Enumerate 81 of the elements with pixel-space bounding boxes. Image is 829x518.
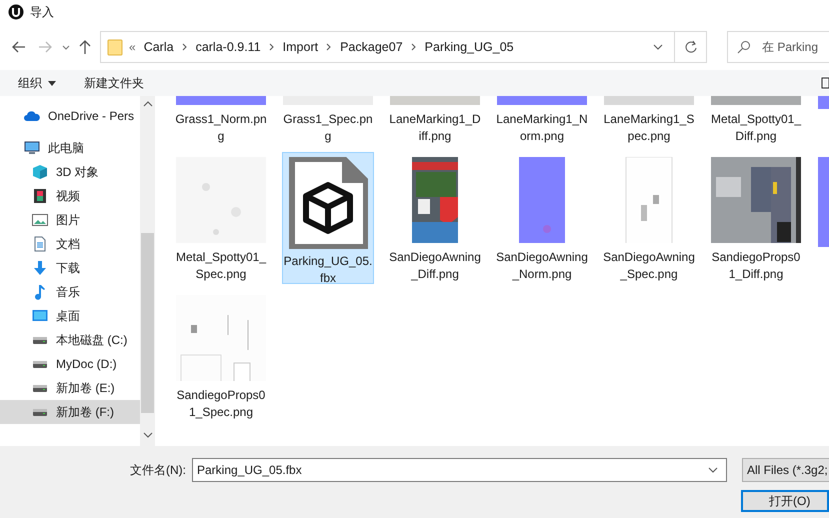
breadcrumb[interactable]: Package07 (332, 38, 411, 56)
filename-field[interactable]: Parking_UG_05.fbx (192, 458, 727, 482)
cube-icon (32, 164, 48, 180)
chevron-icon (326, 43, 332, 51)
file-tile[interactable]: Parking_UG_05.fbx (282, 152, 374, 284)
file-tile[interactable]: Grass1_Norm.png (175, 96, 267, 146)
file-name: SandiegoProps01_Spec.png (176, 387, 266, 421)
sidebar-item[interactable]: 此电脑 (0, 136, 140, 160)
file-tile[interactable]: SandiegoProps01_Spec.png (175, 290, 267, 422)
file-tile[interactable]: LaneMarking1_Diff.png (389, 96, 481, 146)
desktop-icon (32, 309, 48, 323)
file-name: SanDiegoAwning_Spec.png (603, 249, 695, 283)
scroll-down-icon[interactable] (142, 431, 152, 439)
file-name: SanDiegoAwning_Diff.png (389, 249, 481, 283)
search-field[interactable]: 在 Parking (727, 31, 829, 63)
picture-icon (32, 214, 48, 226)
sidebar-item[interactable]: 视频 (0, 184, 140, 208)
file-tile[interactable]: SandiegoProps01_Diff.png (710, 152, 802, 284)
organize-menu[interactable]: 组织 (18, 74, 56, 92)
file-name: SanDiegoAwning_Norm.png (496, 249, 588, 283)
file-name: Grass1_Spec.png (282, 111, 374, 145)
window-title: 导入 (30, 4, 54, 21)
new-folder-button[interactable]: 新建文件夹 (84, 74, 144, 92)
drive-icon (32, 407, 48, 417)
file-name: Parking_UG_05.fbx (282, 253, 374, 287)
file-name: SandiegoProps01_Diff.png (710, 249, 802, 283)
file-tile[interactable]: Metal_Spotty01_Diff.png (710, 96, 802, 146)
refresh-icon[interactable] (684, 40, 698, 54)
scroll-up-icon[interactable] (142, 100, 152, 108)
file-name: LaneMarking1_Diff.png (389, 111, 481, 145)
folder-icon (107, 38, 123, 56)
app-logo-icon (8, 4, 24, 20)
breadcrumb[interactable]: Parking_UG_05 (416, 38, 522, 56)
file-tile[interactable]: SanDiegoAwning_Norm.png (496, 152, 588, 284)
file-tile[interactable]: SanDiegoAwning_Spec.png (603, 152, 695, 284)
sidebar-item[interactable]: 3D 对象 (0, 160, 140, 184)
download-icon (32, 260, 48, 276)
address-bar[interactable]: « Carla carla-0.9.11 Import Package07 Parking_UG_05 (100, 31, 707, 63)
filename-label: 文件名(N): (130, 462, 187, 479)
sidebar-item[interactable]: 新加卷 (F:) (0, 400, 140, 424)
file-tile[interactable]: Grass1_Spec.png (282, 96, 374, 146)
file-name: Metal_Spotty01_Spec.png (175, 249, 267, 283)
file-tile[interactable]: SanDiegoAwning_Diff.png (389, 152, 481, 284)
breadcrumb[interactable]: carla-0.9.11 (188, 38, 269, 56)
document-icon (32, 236, 48, 252)
overflow-chevron[interactable]: « (129, 38, 136, 56)
film-icon (32, 188, 48, 204)
cloud-icon (24, 110, 40, 122)
drive-icon (32, 383, 48, 393)
file-name: Metal_Spotty01_Diff.png (710, 111, 802, 145)
drive-icon (32, 359, 48, 369)
file-tile[interactable]: LaneMarking1_Spec.png (603, 96, 695, 146)
sidebar-item[interactable]: 桌面 (0, 304, 140, 328)
computer-icon (24, 141, 40, 155)
file-tile[interactable]: Metal_Spotty01_Spec.png (175, 152, 267, 284)
chevron-icon (268, 43, 275, 51)
scrollbar-thumb[interactable] (141, 233, 154, 413)
open-button[interactable]: 打开(O) (741, 490, 829, 512)
sidebar-item[interactable]: 本地磁盘 (C:) (0, 328, 140, 352)
sidebar-item[interactable]: MyDoc (D:) (0, 352, 140, 376)
scrollbar[interactable] (140, 96, 155, 446)
file-name: LaneMarking1_Norm.png (496, 111, 588, 145)
search-icon (737, 40, 751, 54)
sidebar-item[interactable]: 新加卷 (E:) (0, 376, 140, 400)
breadcrumb[interactable]: Import (274, 38, 326, 56)
drive-icon (32, 335, 48, 345)
chevron-icon (410, 43, 417, 51)
sidebar-item[interactable]: 音乐 (0, 280, 140, 304)
sidebar-item[interactable]: 下载 (0, 256, 140, 280)
file-tile[interactable]: LaneMarking1_Norm.png (496, 96, 588, 146)
file-name: Grass1_Norm.png (175, 111, 267, 145)
caret-icon (48, 80, 56, 86)
sidebar-item[interactable]: 图片 (0, 208, 140, 232)
music-note-icon (32, 284, 48, 300)
sidebar-item[interactable]: OneDrive - Pers (0, 104, 140, 128)
breadcrumb[interactable]: Carla (136, 38, 182, 56)
chevron-icon (182, 43, 188, 51)
sidebar-item[interactable]: 文档 (0, 232, 140, 256)
file-name: LaneMarking1_Spec.png (603, 111, 695, 145)
view-icon[interactable] (821, 77, 829, 89)
file-type-dropdown[interactable]: All Files (*.3g2; (742, 458, 829, 482)
